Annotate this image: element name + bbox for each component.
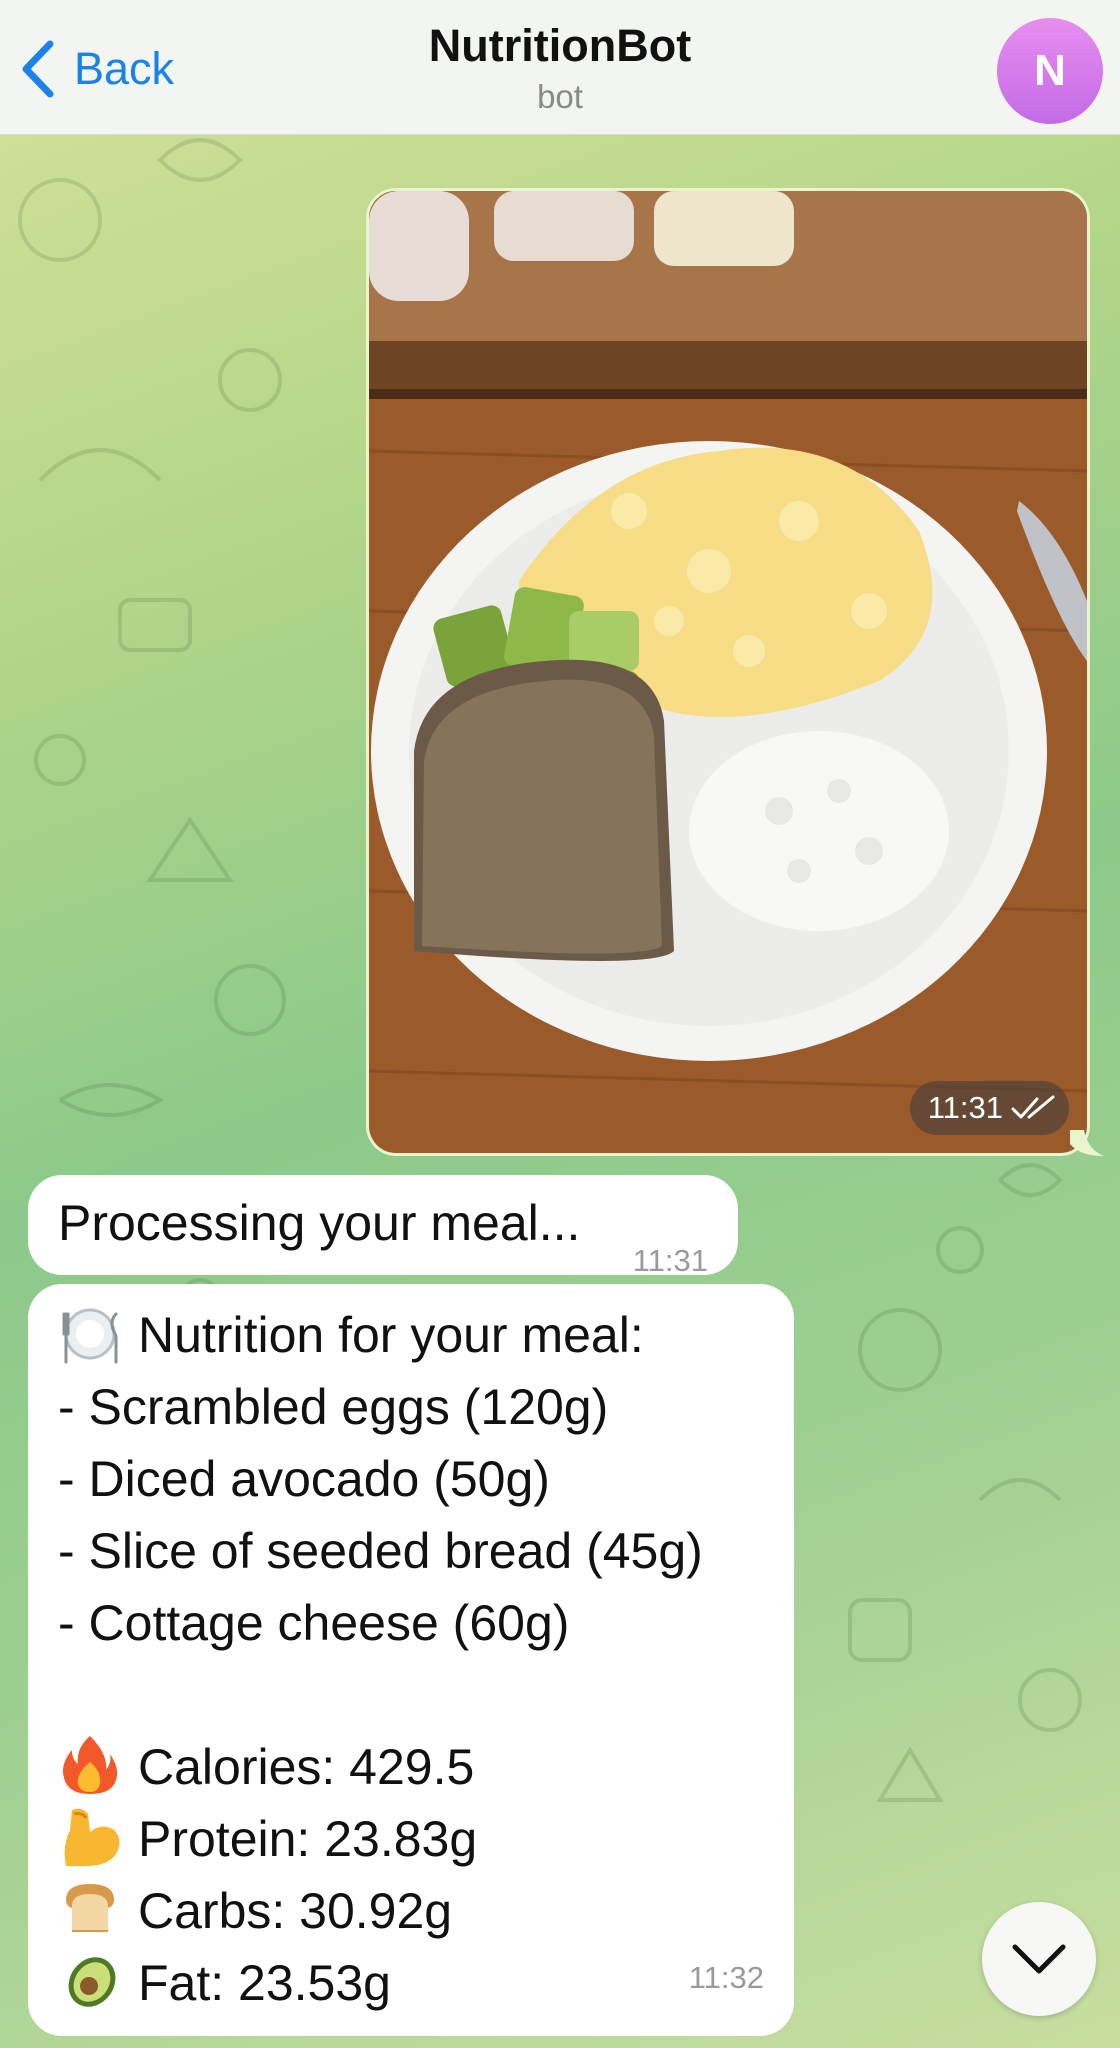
carbs-value: Carbs: 30.92g: [138, 1883, 453, 1939]
food-item: - Scrambled eggs (120g): [58, 1379, 609, 1435]
processing-text: Processing your meal...: [58, 1195, 581, 1251]
bubble-tail: [1070, 1130, 1104, 1156]
photo-message[interactable]: 11:31: [366, 188, 1090, 1156]
plate-icon: [58, 1300, 122, 1364]
nutrition-message: Nutrition for your meal: - Scrambled egg…: [28, 1284, 794, 2036]
food-item: - Slice of seeded bread (45g): [58, 1523, 703, 1579]
food-item: - Diced avocado (50g): [58, 1451, 550, 1507]
photo-time: 11:31: [927, 1090, 1003, 1125]
meal-photo[interactable]: 11:31: [369, 191, 1087, 1153]
avocado-icon: [58, 1948, 122, 2012]
fat-value: Fat: 23.53g: [138, 1955, 391, 2011]
chevron-down-icon: [1012, 1944, 1066, 1974]
fire-icon: [58, 1732, 122, 1796]
carbs-line: Carbs: 30.92g: [58, 1875, 764, 1947]
protein-value: Protein: 23.83g: [138, 1811, 478, 1867]
chat-subtitle: bot: [537, 78, 583, 115]
chat-header: Back NutritionBot bot N: [0, 0, 1120, 135]
avatar[interactable]: N: [997, 18, 1103, 124]
nutrition-heading-line: Nutrition for your meal:: [58, 1299, 764, 1371]
flexed-biceps-icon: [58, 1804, 122, 1868]
processing-message: Processing your meal... 11:31: [28, 1175, 738, 1278]
calories-value: Calories: 429.5: [138, 1739, 475, 1795]
protein-line: Protein: 23.83g: [58, 1803, 764, 1875]
food-item: - Cottage cheese (60g): [58, 1595, 570, 1651]
bread-icon: [58, 1876, 122, 1940]
photo-timestamp: 11:31: [909, 1081, 1069, 1135]
nutrition-time: 11:32: [688, 1960, 764, 1995]
calories-line: Calories: 429.5: [58, 1731, 764, 1803]
fat-line: Fat: 23.53g: [58, 1947, 764, 2019]
chat-title[interactable]: NutritionBot: [0, 20, 1120, 72]
nutrition-heading: Nutrition for your meal:: [138, 1307, 644, 1363]
scroll-down-button[interactable]: [982, 1902, 1096, 2016]
double-check-icon: [1011, 1095, 1055, 1119]
